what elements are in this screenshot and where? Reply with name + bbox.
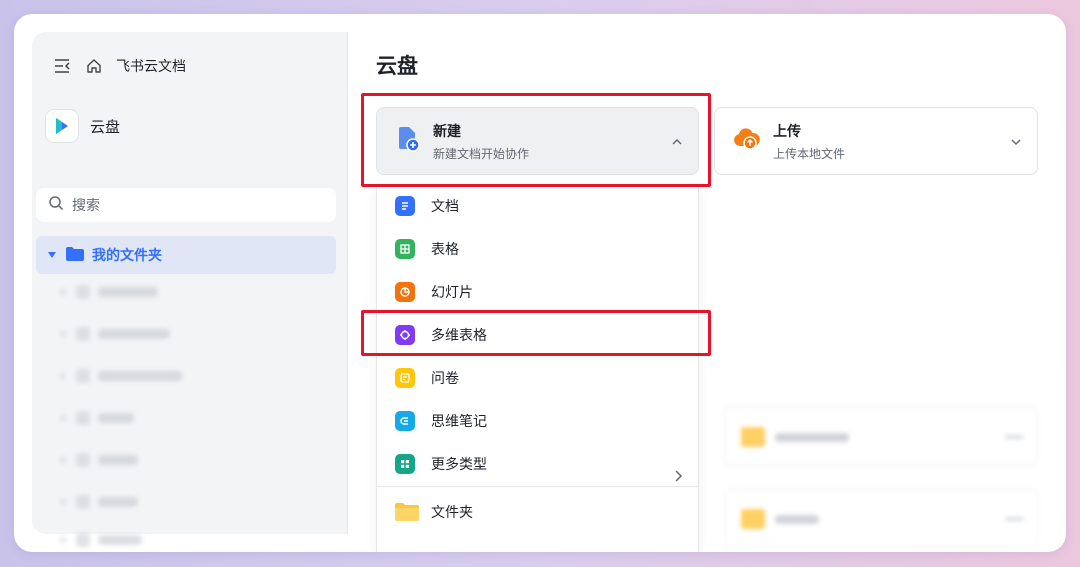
- sidebar-subitem-blurred[interactable]: [60, 452, 138, 468]
- folder-icon: [66, 246, 84, 265]
- menu-item-label: 更多类型: [431, 457, 487, 473]
- sidebar-topbar: 飞书云文档: [52, 54, 186, 78]
- space-name: 云盘: [90, 117, 121, 136]
- menu-item-folder[interactable]: 文件夹: [395, 500, 473, 524]
- sidebar: 飞书云文档 云盘 搜索 我的文件夹: [32, 32, 348, 547]
- menu-item-more-types[interactable]: 更多类型: [395, 452, 487, 476]
- mindnote-icon: [395, 411, 415, 431]
- menu-item-label: 幻灯片: [431, 285, 473, 301]
- sidebar-subitem-blurred[interactable]: [60, 326, 170, 342]
- folder-icon: [395, 502, 419, 522]
- sidebar-subitem-blurred[interactable]: [60, 410, 134, 426]
- sidebar-item-label: 我的文件夹: [92, 248, 162, 264]
- search-input[interactable]: 搜索: [36, 188, 336, 222]
- slides-icon: [395, 282, 415, 302]
- new-dropdown-menu: 文档 表格 幻灯片 多维表格 问卷 思维笔记 更多类型 文件夹: [376, 184, 699, 552]
- upload-cloud-icon: [733, 127, 761, 155]
- collapse-sidebar-icon[interactable]: [52, 56, 72, 76]
- menu-item-slides[interactable]: 幻灯片: [395, 280, 473, 304]
- sidebar-subitem-blurred[interactable]: [60, 494, 138, 510]
- more-types-icon: [395, 454, 415, 474]
- sidebar-item-my-folder[interactable]: 我的文件夹: [36, 236, 336, 274]
- chevron-down-icon[interactable]: [1009, 134, 1023, 148]
- upload-button[interactable]: 上传 上传本地文件: [714, 107, 1038, 175]
- page-title: 云盘: [376, 54, 418, 78]
- form-icon: [395, 368, 415, 388]
- sidebar-subitem-blurred[interactable]: [60, 532, 142, 548]
- drive-logo-icon: [46, 110, 78, 142]
- menu-item-label: 文件夹: [431, 505, 473, 521]
- menu-item-form[interactable]: 问卷: [395, 366, 459, 390]
- menu-divider: [377, 486, 698, 487]
- menu-item-doc[interactable]: 文档: [395, 194, 459, 218]
- chevron-right-icon[interactable]: [672, 468, 684, 482]
- expand-triangle-icon[interactable]: [48, 252, 56, 258]
- menu-item-sheet[interactable]: 表格: [395, 237, 459, 261]
- menu-item-mindnote[interactable]: 思维笔记: [395, 409, 487, 433]
- sidebar-subitem-blurred[interactable]: [60, 284, 158, 300]
- home-link[interactable]: 飞书云文档: [116, 56, 186, 76]
- sheet-icon: [395, 239, 415, 259]
- doc-icon: [395, 196, 415, 216]
- menu-item-label: 问卷: [431, 371, 459, 387]
- space-header[interactable]: 云盘: [46, 110, 120, 142]
- file-card-blurred[interactable]: [724, 406, 1038, 466]
- home-icon[interactable]: [84, 56, 104, 76]
- app-window: 飞书云文档 云盘 搜索 我的文件夹 云盘 新建 新建文档开始协作 上传 上传本地…: [14, 14, 1066, 552]
- menu-item-label: 文档: [431, 199, 459, 215]
- highlight-box-new: [361, 93, 711, 187]
- search-icon: [48, 195, 64, 215]
- upload-button-title: 上传: [773, 123, 801, 140]
- menu-item-label: 思维笔记: [431, 414, 487, 430]
- menu-item-label: 表格: [431, 242, 459, 258]
- highlight-box-base: [361, 310, 711, 356]
- search-placeholder: 搜索: [72, 198, 100, 214]
- file-card-blurred[interactable]: [724, 488, 1038, 548]
- sidebar-subitem-blurred[interactable]: [60, 368, 182, 384]
- upload-button-subtitle: 上传本地文件: [773, 146, 846, 161]
